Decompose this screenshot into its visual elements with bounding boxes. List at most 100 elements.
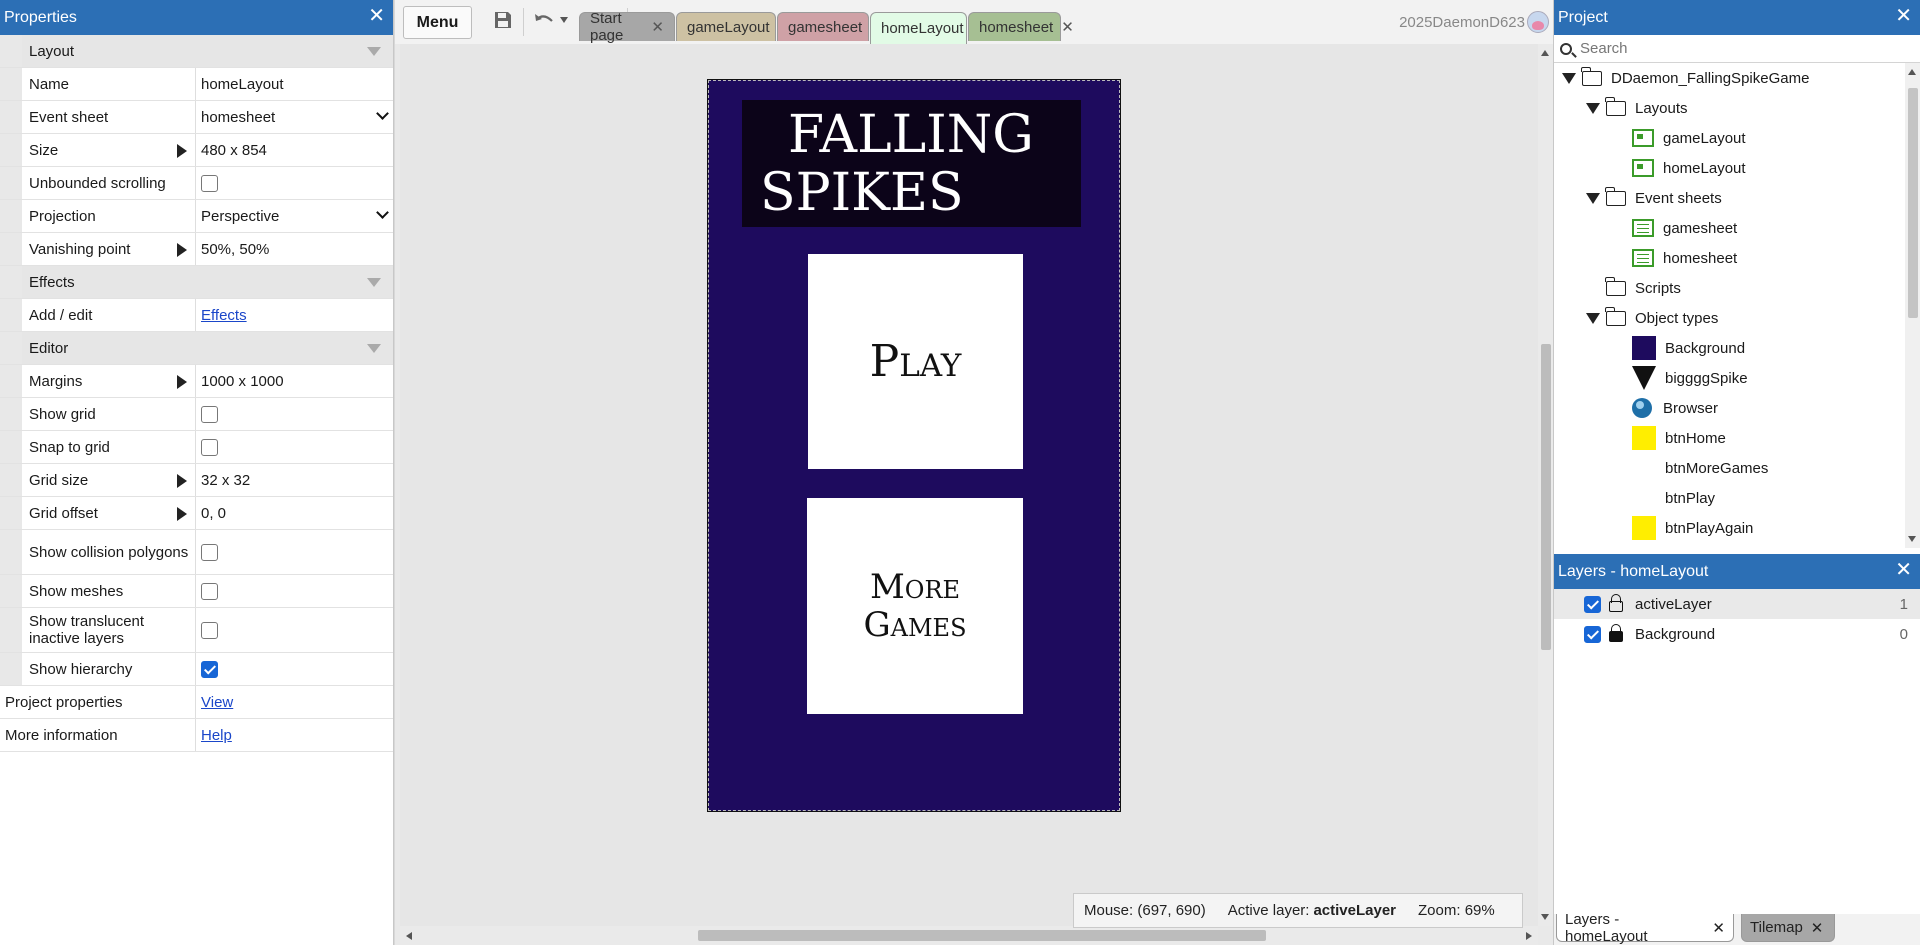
- link-view[interactable]: View: [201, 694, 233, 711]
- tree-item-btnmoregames[interactable]: btnMoreGames: [1554, 453, 1906, 483]
- layer-row-activelayer[interactable]: activeLayer 1: [1554, 589, 1920, 619]
- property-value[interactable]: [196, 431, 393, 463]
- tree-item-gamelayout[interactable]: gameLayout: [1554, 123, 1906, 153]
- bottom-tab-tilemap[interactable]: Tilemap ✕: [1741, 914, 1835, 942]
- expand-arrow-icon[interactable]: [177, 243, 187, 257]
- dropdown-value[interactable]: Perspective: [201, 208, 279, 225]
- more-games-button-sprite[interactable]: More Games: [807, 498, 1023, 714]
- expand-arrow-icon[interactable]: [177, 375, 187, 389]
- property-row-projection[interactable]: Projection Perspective: [0, 200, 393, 233]
- layout-area[interactable]: FALLING SPIKES Play More Games: [707, 79, 1121, 812]
- scrollbar-thumb[interactable]: [698, 930, 1266, 941]
- tree-item-object-types[interactable]: Object types: [1554, 303, 1906, 333]
- chevron-down-icon[interactable]: [376, 107, 389, 120]
- undo-dropdown-icon[interactable]: [560, 17, 568, 23]
- tab-homelayout[interactable]: homeLayout✕: [870, 12, 984, 44]
- tab-homesheet[interactable]: homesheet ✕: [968, 12, 1074, 41]
- collapse-icon[interactable]: [367, 278, 381, 287]
- property-row-more-information[interactable]: More information Help: [0, 719, 393, 752]
- horizontal-scrollbar[interactable]: [400, 926, 1538, 945]
- tree-item-btnplay[interactable]: btnPlay: [1554, 483, 1906, 513]
- link-help[interactable]: Help: [201, 727, 232, 744]
- scroll-down-icon[interactable]: [1541, 914, 1549, 920]
- property-value[interactable]: 480 x 854: [196, 134, 393, 166]
- property-row-add-edit[interactable]: Add / edit Effects: [0, 299, 393, 332]
- collapse-icon[interactable]: [367, 344, 381, 353]
- property-value[interactable]: Perspective: [196, 200, 393, 232]
- scroll-down-icon[interactable]: [1908, 536, 1916, 542]
- property-row-grid-size[interactable]: Grid size 32 x 32: [0, 464, 393, 497]
- checkbox[interactable]: [201, 582, 218, 600]
- tree-scrollbar[interactable]: [1905, 63, 1920, 548]
- close-icon[interactable]: ✕: [1811, 919, 1824, 937]
- tree-item-homesheet[interactable]: homesheet: [1554, 243, 1906, 273]
- tree-item-homelayout[interactable]: homeLayout: [1554, 153, 1906, 183]
- expand-arrow-icon[interactable]: [177, 474, 187, 488]
- user-name[interactable]: 2025DaemonD623: [1399, 14, 1525, 31]
- dropdown-value[interactable]: homesheet: [201, 109, 275, 126]
- expand-triangle-icon[interactable]: [1562, 72, 1576, 84]
- checkbox[interactable]: [201, 174, 218, 192]
- menu-button[interactable]: Menu: [403, 6, 472, 39]
- property-value[interactable]: [196, 530, 393, 574]
- tab-gamelayout[interactable]: gameLayout✕: [676, 12, 790, 41]
- tree-item-browser[interactable]: Browser: [1554, 393, 1906, 423]
- vertical-scrollbar[interactable]: [1538, 44, 1553, 926]
- tree-item-btnhome[interactable]: btnHome: [1554, 423, 1906, 453]
- undo-icon[interactable]: [533, 10, 555, 36]
- property-value[interactable]: homesheet: [196, 101, 393, 133]
- property-value[interactable]: Help: [196, 719, 393, 751]
- property-row-margins[interactable]: Margins 1000 x 1000: [0, 365, 393, 398]
- tab-gamesheet[interactable]: gamesheet✕: [777, 12, 883, 41]
- property-row-project-properties[interactable]: Project properties View: [0, 686, 393, 719]
- property-value[interactable]: [196, 398, 393, 430]
- scroll-left-icon[interactable]: [406, 932, 412, 940]
- expand-triangle-icon[interactable]: [1586, 192, 1600, 204]
- property-row-event-sheet[interactable]: Event sheet homesheet: [0, 101, 393, 134]
- value-text[interactable]: homeLayout: [201, 76, 284, 93]
- layer-row-background[interactable]: Background 0: [1554, 619, 1920, 649]
- close-icon[interactable]: ✕: [1895, 5, 1912, 27]
- property-row-show-collision-polygons[interactable]: Show collision polygons: [0, 530, 393, 575]
- property-row-show-hierarchy[interactable]: Show hierarchy: [0, 653, 393, 686]
- property-value[interactable]: 0, 0: [196, 497, 393, 529]
- property-value[interactable]: View: [196, 686, 393, 718]
- expand-triangle-icon[interactable]: [1586, 102, 1600, 114]
- tab-start-page[interactable]: Start page ✕: [579, 10, 675, 44]
- scrollbar-thumb[interactable]: [1541, 344, 1551, 650]
- tree-item-ddaemon-fallingspikegame[interactable]: DDaemon_FallingSpikeGame: [1554, 63, 1906, 93]
- property-row-name[interactable]: Name homeLayout: [0, 68, 393, 101]
- link-effects[interactable]: Effects: [201, 307, 247, 324]
- tree-item-gamesheet[interactable]: gamesheet: [1554, 213, 1906, 243]
- collapse-icon[interactable]: [367, 47, 381, 56]
- layer-visible-checkbox[interactable]: [1584, 625, 1601, 643]
- checkbox[interactable]: [201, 543, 218, 561]
- tree-item-biggggspike[interactable]: biggggSpike: [1554, 363, 1906, 393]
- close-icon[interactable]: ✕: [651, 18, 664, 36]
- property-value[interactable]: 50%, 50%: [196, 233, 393, 265]
- expand-triangle-icon[interactable]: [1586, 312, 1600, 324]
- property-value[interactable]: 1000 x 1000: [196, 365, 393, 397]
- play-button-sprite[interactable]: Play: [808, 254, 1023, 469]
- tree-item-background[interactable]: Background: [1554, 333, 1906, 363]
- tree-item-event-sheets[interactable]: Event sheets: [1554, 183, 1906, 213]
- save-icon[interactable]: [493, 10, 513, 36]
- property-value[interactable]: [196, 653, 393, 685]
- expand-arrow-icon[interactable]: [177, 144, 187, 158]
- property-row-show-grid[interactable]: Show grid: [0, 398, 393, 431]
- property-value[interactable]: [196, 608, 393, 652]
- search-input[interactable]: Search: [1580, 40, 1628, 57]
- lock-icon[interactable]: [1609, 624, 1623, 642]
- project-search[interactable]: Search: [1554, 35, 1920, 63]
- property-row-show-translucent-inactive-layers[interactable]: Show translucent inactive layers: [0, 608, 393, 653]
- scroll-up-icon[interactable]: [1908, 69, 1916, 75]
- property-row-snap-to-grid[interactable]: Snap to grid: [0, 431, 393, 464]
- layout-viewport[interactable]: FALLING SPIKES Play More Games: [400, 44, 1538, 926]
- scroll-up-icon[interactable]: [1541, 50, 1549, 56]
- close-icon[interactable]: ✕: [1712, 919, 1725, 937]
- property-value[interactable]: [196, 167, 393, 199]
- unlock-icon[interactable]: [1609, 594, 1623, 612]
- checkbox[interactable]: [201, 438, 218, 456]
- layer-visible-checkbox[interactable]: [1584, 595, 1601, 613]
- close-icon[interactable]: ✕: [1895, 559, 1912, 581]
